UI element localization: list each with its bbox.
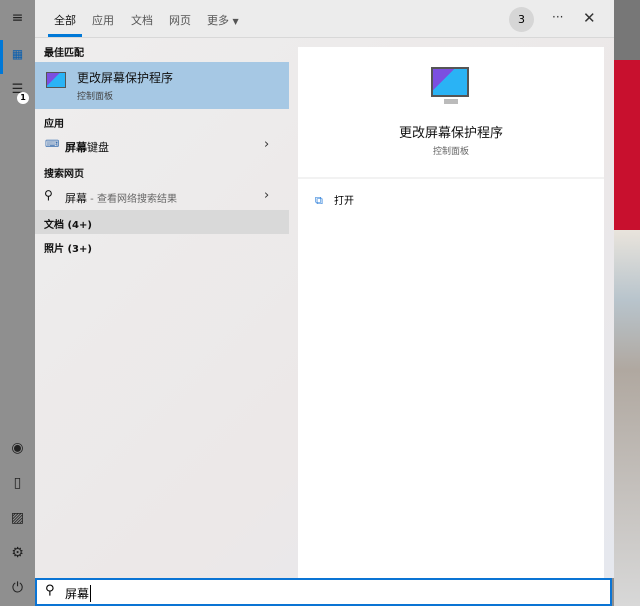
hamburger-menu-icon[interactable]: ≡ xyxy=(0,10,35,26)
open-label: 打开 xyxy=(334,196,354,207)
tab-all[interactable]: 全部 xyxy=(54,12,76,28)
home-icon[interactable]: ▦ xyxy=(0,47,35,61)
best-match-header: 最佳匹配 xyxy=(44,44,84,59)
preview-pane: 更改屏幕保护程序 控制面板 ⧉ 打开 xyxy=(298,47,604,578)
chevron-right-icon[interactable]: › xyxy=(264,137,269,152)
open-action[interactable]: ⧉ 打开 xyxy=(315,192,354,208)
user-icon[interactable]: ◉ xyxy=(0,440,35,456)
divider xyxy=(298,177,604,179)
settings-icon[interactable]: ⚙ xyxy=(0,545,35,561)
app-item-rest: 键盘 xyxy=(87,141,109,154)
search-icon: ⚲ xyxy=(45,583,55,598)
app-item-screen-keyboard[interactable]: ⌨ 屏幕键盘 › xyxy=(35,134,289,158)
photos-label: 照片 (3+) xyxy=(44,240,92,255)
tab-bar: 全部 应用 文档 网页 更多 ▼ 3 ··· ✕ xyxy=(35,0,614,38)
best-match-title: 更改屏幕保护程序 xyxy=(77,69,173,86)
web-search-item[interactable]: ⚲ 屏幕 - 查看网络搜索结果 › xyxy=(35,185,289,209)
tab-more[interactable]: 更多 ▼ xyxy=(207,12,239,28)
monitor-stand xyxy=(444,99,458,104)
web-header: 搜索网页 xyxy=(44,165,84,180)
apps-header: 应用 xyxy=(44,115,64,130)
search-text: 屏幕 xyxy=(65,585,91,602)
documents-category[interactable]: 文档 (4+) xyxy=(35,210,289,234)
start-rail: ≡ ▦ ☰ 1 ◉ ▯ ▨ ⚙ ⏻ xyxy=(0,0,35,606)
search-icon: ⚲ xyxy=(44,188,53,202)
photos-category[interactable]: 照片 (3+) xyxy=(35,234,289,258)
more-options-button[interactable]: ··· xyxy=(552,10,563,24)
preview-subtitle: 控制面板 xyxy=(298,144,604,157)
chevron-right-icon[interactable]: › xyxy=(264,188,269,203)
best-match-subtitle: 控制面板 xyxy=(77,89,113,102)
search-input[interactable]: ⚲ 屏幕 xyxy=(35,578,612,606)
rewards-badge[interactable]: 3 xyxy=(509,7,534,32)
web-hint: - 查看网络搜索结果 xyxy=(87,194,177,205)
preview-title: 更改屏幕保护程序 xyxy=(298,122,604,141)
tab-web[interactable]: 网页 xyxy=(169,12,191,28)
documents-label: 文档 (4+) xyxy=(44,216,92,231)
pictures-icon[interactable]: ▨ xyxy=(0,510,35,526)
tab-documents[interactable]: 文档 xyxy=(131,12,153,28)
caret-down-icon: ▼ xyxy=(233,17,239,26)
desktop-background xyxy=(614,0,640,606)
best-match-item[interactable]: 更改屏幕保护程序 控制面板 xyxy=(35,62,289,109)
screensaver-icon xyxy=(46,72,66,88)
document-icon[interactable]: ▯ xyxy=(0,475,35,491)
keyboard-icon: ⌨ xyxy=(45,139,59,150)
open-icon: ⧉ xyxy=(315,194,323,207)
tab-apps[interactable]: 应用 xyxy=(92,12,114,28)
notification-badge: 1 xyxy=(17,92,29,104)
tab-more-label: 更多 xyxy=(207,14,229,27)
close-icon[interactable]: ✕ xyxy=(583,9,596,27)
app-item-match: 屏幕 xyxy=(65,141,87,154)
search-panel: 全部 应用 文档 网页 更多 ▼ 3 ··· ✕ 最佳匹配 更改屏幕保护程序 控… xyxy=(35,0,614,578)
power-icon[interactable]: ⏻ xyxy=(0,580,35,596)
web-query: 屏幕 xyxy=(65,192,87,205)
screensaver-large-icon xyxy=(431,67,469,97)
